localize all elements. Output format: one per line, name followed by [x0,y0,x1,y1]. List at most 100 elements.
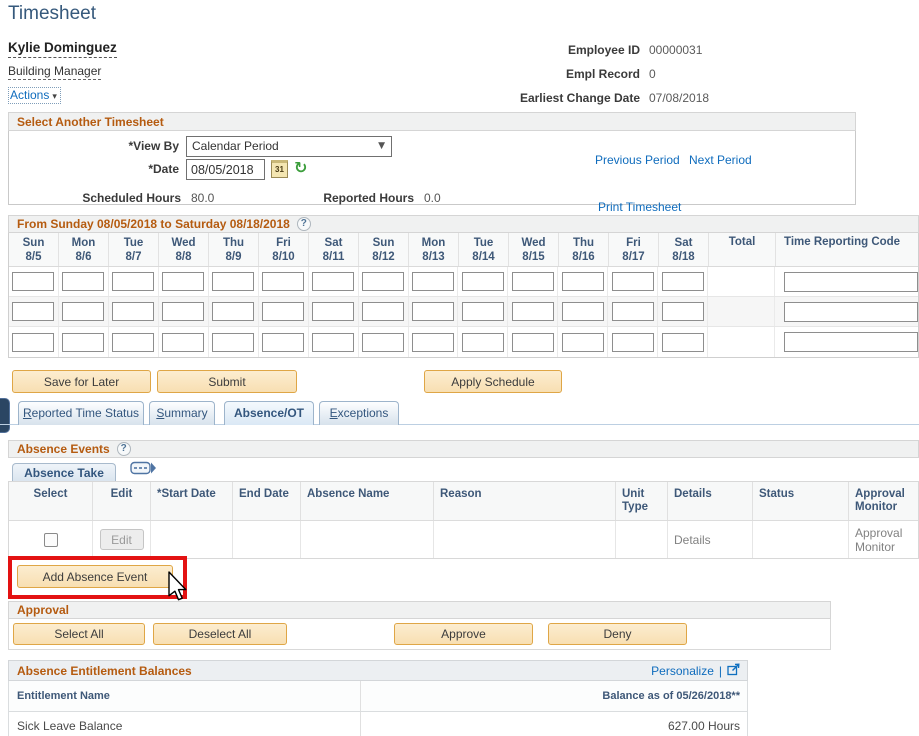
total-cell [708,297,775,326]
absence-table-header: Select Edit *Start Date End Date Absence… [9,482,918,521]
print-timesheet-link[interactable]: Print Timesheet [598,200,681,214]
time-entry-input-r3-wed-8-8[interactable] [162,333,204,352]
grid-period-title: From Sunday 08/05/2018 to Saturday 08/18… [8,215,919,233]
time-entry-input-r3-thu-8-16[interactable] [562,333,604,352]
time-entry-input-r3-sat-8-11[interactable] [312,333,354,352]
tab-absence-ot[interactable]: Absence/OT [224,401,314,425]
scheduled-hours-label: Scheduled Hours [9,191,181,205]
time-entry-input-r1-mon-8-13[interactable] [412,272,454,291]
employee-fields: Employee ID 00000031 Empl Record 0 Earli… [455,42,875,114]
dropdown-arrow-icon: ▼ [378,141,385,151]
day-column-header-thu-8-16: Thu8/16 [559,233,609,266]
add-absence-event-button[interactable]: Add Absence Event [17,565,173,588]
time-entry-input-r2-sun-8-5[interactable] [12,302,54,321]
date-input[interactable] [186,159,265,180]
day-column-header-wed-8-8: Wed8/8 [159,233,209,266]
time-entry-input-r1-tue-8-7[interactable] [112,272,154,291]
time-entry-input-r2-sat-8-18[interactable] [662,302,704,321]
time-entry-input-r3-mon-8-13[interactable] [412,333,454,352]
employee-job-title-link[interactable]: Building Manager [8,64,101,80]
day-column-header-fri-8-10: Fri8/10 [259,233,309,266]
deselect-all-button[interactable]: Deselect All [153,623,287,645]
groupbox-title: Select Another Timesheet [8,112,856,131]
popup-window-icon[interactable] [727,663,741,679]
next-period-link[interactable]: Next Period [689,153,752,167]
trc-input-r1[interactable] [784,272,918,292]
time-entry-input-r3-sun-8-5[interactable] [12,333,54,352]
edit-button-disabled: Edit [100,529,144,550]
day-column-header-sat-8-11: Sat8/11 [309,233,359,266]
entitlement-title-bar: Absence Entitlement Balances Personalize… [8,660,748,681]
time-entry-input-r2-thu-8-9[interactable] [212,302,254,321]
time-entry-input-r1-sat-8-18[interactable] [662,272,704,291]
time-entry-input-r2-sat-8-11[interactable] [312,302,354,321]
tab-summary[interactable]: Summary [149,401,215,425]
time-entry-input-r2-wed-8-8[interactable] [162,302,204,321]
time-entry-input-r3-sat-8-18[interactable] [662,333,704,352]
time-entry-input-r1-mon-8-6[interactable] [62,272,104,291]
time-entry-input-r2-thu-8-16[interactable] [562,302,604,321]
time-entry-input-r2-fri-8-10[interactable] [262,302,304,321]
employee-block: Kylie Dominguez Building Manager Actions… [8,40,117,104]
reported-hours-label: Reported Hours [269,191,414,205]
time-entry-input-r2-sun-8-12[interactable] [362,302,404,321]
trc-input-r2[interactable] [784,302,918,322]
time-entry-row-2 [9,297,918,327]
time-entry-input-r1-fri-8-10[interactable] [262,272,304,291]
employee-name-link[interactable]: Kylie Dominguez [8,40,117,58]
tab-reported-time-status[interactable]: Reported Time Status [18,401,144,425]
caret-down-icon: ▾ [52,92,57,102]
personalize-link[interactable]: Personalize [651,664,714,678]
scheduled-hours-value: 80.0 [191,191,214,205]
time-entry-input-r1-sun-8-5[interactable] [12,272,54,291]
time-entry-input-r1-wed-8-8[interactable] [162,272,204,291]
time-entry-input-r2-tue-8-14[interactable] [462,302,504,321]
view-by-select[interactable]: Calendar Period▼ [186,136,392,157]
tab-absence-take[interactable]: Absence Take [12,463,116,483]
time-entry-input-r3-sun-8-12[interactable] [362,333,404,352]
calendar-icon[interactable]: 31 [271,160,288,178]
time-entry-input-r2-wed-8-15[interactable] [512,302,554,321]
time-entry-input-r1-tue-8-14[interactable] [462,272,504,291]
submit-button[interactable]: Submit [157,370,297,393]
employee-id-field: Employee ID 00000031 [455,42,875,66]
time-entry-input-r1-thu-8-16[interactable] [562,272,604,291]
actions-dropdown[interactable]: Actions▾ [8,87,61,104]
total-column-header: Total [709,233,776,266]
day-column-header-mon-8-13: Mon8/13 [409,233,459,266]
approve-button[interactable]: Approve [394,623,533,645]
time-entry-input-r1-fri-8-17[interactable] [612,272,654,291]
apply-schedule-button[interactable]: Apply Schedule [424,370,562,393]
total-cell [708,327,775,357]
time-entry-input-r2-mon-8-13[interactable] [412,302,454,321]
tab-exceptions[interactable]: Exceptions [319,401,399,425]
time-entry-input-r2-tue-8-7[interactable] [112,302,154,321]
day-column-header-sat-8-18: Sat8/18 [659,233,709,266]
time-entry-input-r3-fri-8-10[interactable] [262,333,304,352]
time-entry-input-r3-fri-8-17[interactable] [612,333,654,352]
time-entry-input-r3-thu-8-9[interactable] [212,333,254,352]
time-entry-input-r3-tue-8-7[interactable] [112,333,154,352]
select-all-button[interactable]: Select All [13,623,145,645]
help-icon[interactable]: ? [297,217,311,231]
time-entry-input-r2-fri-8-17[interactable] [612,302,654,321]
trc-input-r3[interactable] [784,332,918,352]
show-all-columns-icon[interactable] [130,461,157,478]
time-entry-input-r1-sun-8-12[interactable] [362,272,404,291]
entitlement-balances-groupbox: Absence Entitlement Balances Personalize… [8,660,748,736]
refresh-icon[interactable]: ↻ [294,158,307,177]
absence-select-checkbox[interactable] [44,533,58,547]
time-entry-input-r1-thu-8-9[interactable] [212,272,254,291]
time-entry-input-r2-mon-8-6[interactable] [62,302,104,321]
previous-period-link[interactable]: Previous Period [595,153,680,167]
approval-title: Approval [8,601,831,619]
grid-header-row: Sun8/5Mon8/6Tue8/7Wed8/8Thu8/9Fri8/10Sat… [9,233,918,267]
time-entry-input-r3-tue-8-14[interactable] [462,333,504,352]
save-for-later-button[interactable]: Save for Later [12,370,151,393]
time-entry-input-r1-sat-8-11[interactable] [312,272,354,291]
time-entry-input-r1-wed-8-15[interactable] [512,272,554,291]
help-icon[interactable]: ? [117,442,131,456]
deny-button[interactable]: Deny [548,623,687,645]
time-entry-input-r3-mon-8-6[interactable] [62,333,104,352]
time-entry-input-r3-wed-8-15[interactable] [512,333,554,352]
